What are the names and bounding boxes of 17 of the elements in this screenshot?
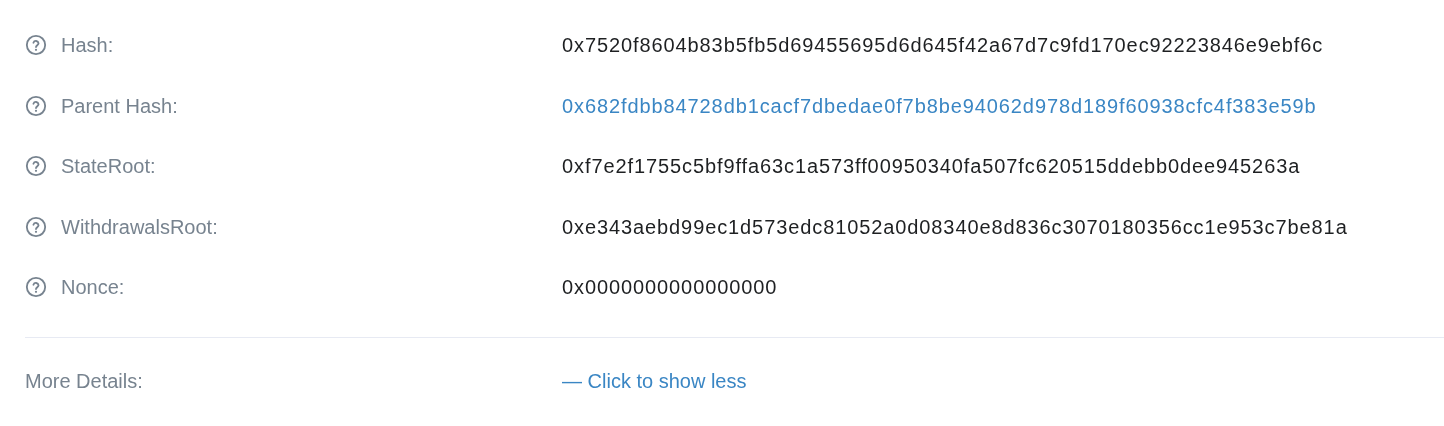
field-value: 0x0000000000000000	[562, 275, 778, 301]
field-label: Nonce:	[61, 275, 125, 301]
help-icon	[25, 215, 47, 238]
field-label: Parent Hash:	[61, 93, 178, 119]
help-icon	[25, 155, 47, 178]
help-icon	[25, 34, 47, 57]
show-less-link[interactable]: — Click to show less	[562, 365, 747, 396]
help-icon	[25, 276, 47, 299]
more-details-label: More Details:	[25, 368, 144, 394]
field-value: 0xe343aebd99ec1d573edc81052a0d08340e8d836c3070180356cc1e953c7be81a	[562, 214, 1348, 240]
field-value: 0x7520f8604b83b5fb5d69455695d6d645f42a67d7c9fd170ec92223846e9ebf6c	[562, 33, 1324, 59]
hash-link[interactable]: 0x682fdbb84728db1cacf7dbedae0f7b8be94062d978d189f60938cfc4f383e59b	[562, 90, 1317, 121]
field-label: StateRoot:	[61, 154, 156, 180]
field-label: Hash:	[61, 33, 114, 59]
field-value: 0xf7e2f1755c5bf9ffa63c1a573ff00950340fa507fc620515ddebb0dee945263a	[562, 154, 1301, 180]
help-icon	[25, 94, 47, 117]
field-label: WithdrawalsRoot:	[61, 214, 218, 240]
